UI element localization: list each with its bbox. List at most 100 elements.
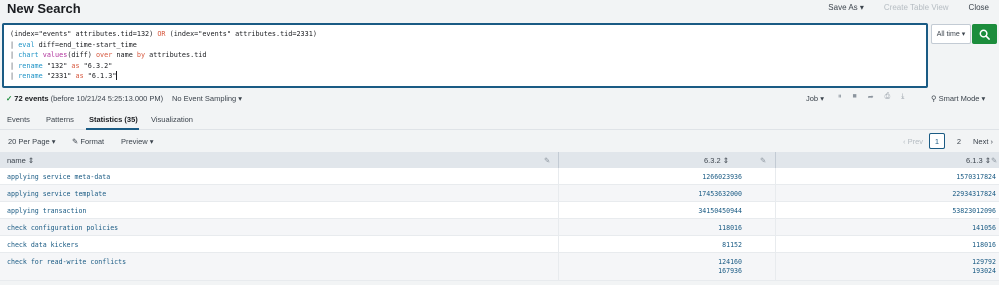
cell-613[interactable]: 1570317824 (956, 173, 996, 182)
preview-label: Preview (121, 137, 148, 146)
close-button[interactable]: Close (969, 3, 989, 12)
chevron-left-icon: ‹ (902, 136, 906, 146)
tab-events[interactable]: Events (7, 115, 30, 124)
search-button[interactable] (972, 24, 997, 44)
column-divider (775, 168, 776, 184)
events-count-suffix: (before 10/21/24 5:25:13.000 PM) (50, 94, 164, 103)
cell-613[interactable]: 118016 (972, 241, 996, 250)
sort-icon: ⇕ (722, 156, 730, 165)
table-controls: 20 Per Page ▾ ✎ Format Preview ▾ ‹ Prev … (0, 131, 999, 151)
results-tabs: Events Patterns Statistics (35) Visualiz… (0, 108, 999, 130)
cell-613[interactable]: 141056 (972, 224, 996, 233)
column-header-name[interactable]: name ⇕ (7, 156, 34, 165)
cell-name[interactable]: check data kickers (7, 241, 78, 249)
cell-name[interactable]: applying service meta-data (7, 173, 110, 181)
caret-down-icon: ▾ (981, 94, 986, 103)
tab-statistics[interactable]: Statistics (35) (89, 115, 138, 124)
query-line-1: (index="events" attributes.tid=132) OR (… (10, 30, 317, 38)
column-divider (775, 185, 776, 201)
sampling-label: No Event Sampling (172, 94, 237, 103)
search-mode-dropdown[interactable]: ⚲ Smart Mode ▾ (931, 94, 985, 103)
print-icon[interactable]: ⎙ (885, 93, 891, 101)
tab-patterns[interactable]: Patterns (46, 115, 74, 124)
caret-down-icon: ▾ (820, 94, 824, 103)
cell-name[interactable]: applying transaction (7, 207, 86, 215)
pencil-icon: ✎ (72, 137, 79, 146)
check-icon: ✓ (6, 94, 13, 103)
export-icon[interactable]: ⤓ (901, 93, 904, 101)
cell-632[interactable]: 81152 (722, 241, 742, 250)
sort-icon: ⇕ (27, 156, 35, 165)
column-divider (775, 202, 776, 218)
stop-icon[interactable]: ■ (853, 93, 857, 101)
share-icon[interactable]: ➦ (868, 93, 874, 101)
job-menu[interactable]: Job ▾ (806, 94, 824, 103)
event-count: ✓ 72 events (before 10/21/24 5:25:13.000 … (6, 94, 163, 103)
caret-down-icon: ▾ (961, 31, 966, 38)
pencil-icon[interactable]: ✎ (544, 156, 550, 165)
pencil-icon[interactable]: ✎ (991, 156, 997, 165)
create-table-view-button[interactable]: Create Table View (884, 3, 949, 12)
cell-632[interactable]: 1266023936 (702, 173, 742, 182)
prev-page-button[interactable]: ‹ Prev (903, 137, 923, 146)
query-line-4: | rename "132" as "6.3.2" (10, 61, 113, 70)
job-controls: ⏸ ■ ➦ ⎙ ⤓ (838, 93, 904, 101)
search-mode-label: Smart Mode (938, 94, 980, 103)
active-tab-indicator (86, 128, 139, 130)
column-header-632[interactable]: 6.3.2 ⇕ (704, 156, 729, 165)
top-bar: New Search Save As ▾ Create Table View C… (0, 0, 999, 22)
page-1-button[interactable]: 1 (928, 133, 945, 149)
pause-icon[interactable]: ⏸ (838, 93, 842, 101)
column-divider (558, 168, 559, 184)
cell-name[interactable]: check configuration policies (7, 224, 118, 232)
events-count-value: 72 events (14, 94, 49, 103)
cell-632[interactable]: 17453632000 (698, 190, 742, 199)
query-line-5: | rename "2331" as "6.1.3" (10, 71, 118, 80)
column-divider (775, 236, 776, 252)
column-632-label: 6.3.2 (704, 156, 721, 165)
preview-dropdown[interactable]: Preview ▾ (121, 137, 154, 146)
caret-down-icon: ▾ (859, 3, 864, 12)
caret-down-icon: ▾ (51, 137, 56, 146)
cell-613[interactable]: 22934317824 (952, 190, 996, 199)
job-label: Job (806, 94, 819, 103)
time-range-picker[interactable]: All time ▾ (931, 24, 971, 44)
per-page-dropdown[interactable]: 20 Per Page ▾ (8, 137, 56, 146)
cell-name[interactable]: check for read-write conflicts (7, 258, 126, 266)
query-line-3: | chart values(diff) over name by attrib… (10, 51, 207, 59)
cell-613[interactable]: 129792 193024 (972, 258, 996, 276)
cell-632[interactable]: 118016 (718, 224, 742, 233)
table-row: applying service template 17453632000 2293… (0, 185, 999, 202)
top-actions: Save As ▾ Create Table View Close (828, 3, 989, 12)
job-status-row: ✓ 72 events (before 10/21/24 5:25:13.000 … (0, 91, 999, 107)
table-row: applying transaction 34150450944 538230120… (0, 202, 999, 219)
chevron-right-icon: › (990, 136, 994, 146)
table-row: check configuration policies 118016 141056 (0, 219, 999, 236)
text-cursor (116, 71, 118, 80)
event-sampling-dropdown[interactable]: No Event Sampling ▾ (172, 94, 242, 103)
column-divider (775, 152, 776, 168)
search-query-editor[interactable]: (index="events" attributes.tid=132) OR (… (2, 23, 928, 88)
page-2-button[interactable]: 2 (951, 133, 967, 149)
table-body: applying service meta-data 1266023936 1570… (0, 168, 999, 281)
cell-632[interactable]: 124160 167936 (718, 258, 742, 276)
cell-name[interactable]: applying service template (7, 190, 106, 198)
pencil-icon[interactable]: ✎ (760, 156, 766, 165)
column-divider (558, 152, 559, 168)
column-divider (558, 202, 559, 218)
format-button[interactable]: ✎ Format (72, 137, 104, 146)
cell-632[interactable]: 34150450944 (698, 207, 742, 216)
next-page-button[interactable]: Next › (973, 137, 993, 146)
column-name-label: name (7, 156, 26, 165)
column-divider (558, 185, 559, 201)
column-divider (558, 253, 559, 280)
column-header-613[interactable]: 6.1.3 ⇕ (966, 156, 991, 165)
table-header: name ⇕ ✎ 6.3.2 ⇕ ✎ 6.1.3 ⇕ ✎ (0, 152, 999, 168)
tab-visualization[interactable]: Visualization (151, 115, 193, 124)
cell-613[interactable]: 53823012096 (952, 207, 996, 216)
column-divider (558, 219, 559, 235)
format-label: Format (80, 137, 105, 146)
next-label: Next (972, 136, 989, 146)
table-row: applying service meta-data 1266023936 1570… (0, 168, 999, 185)
save-as-menu[interactable]: Save As ▾ (828, 3, 864, 12)
